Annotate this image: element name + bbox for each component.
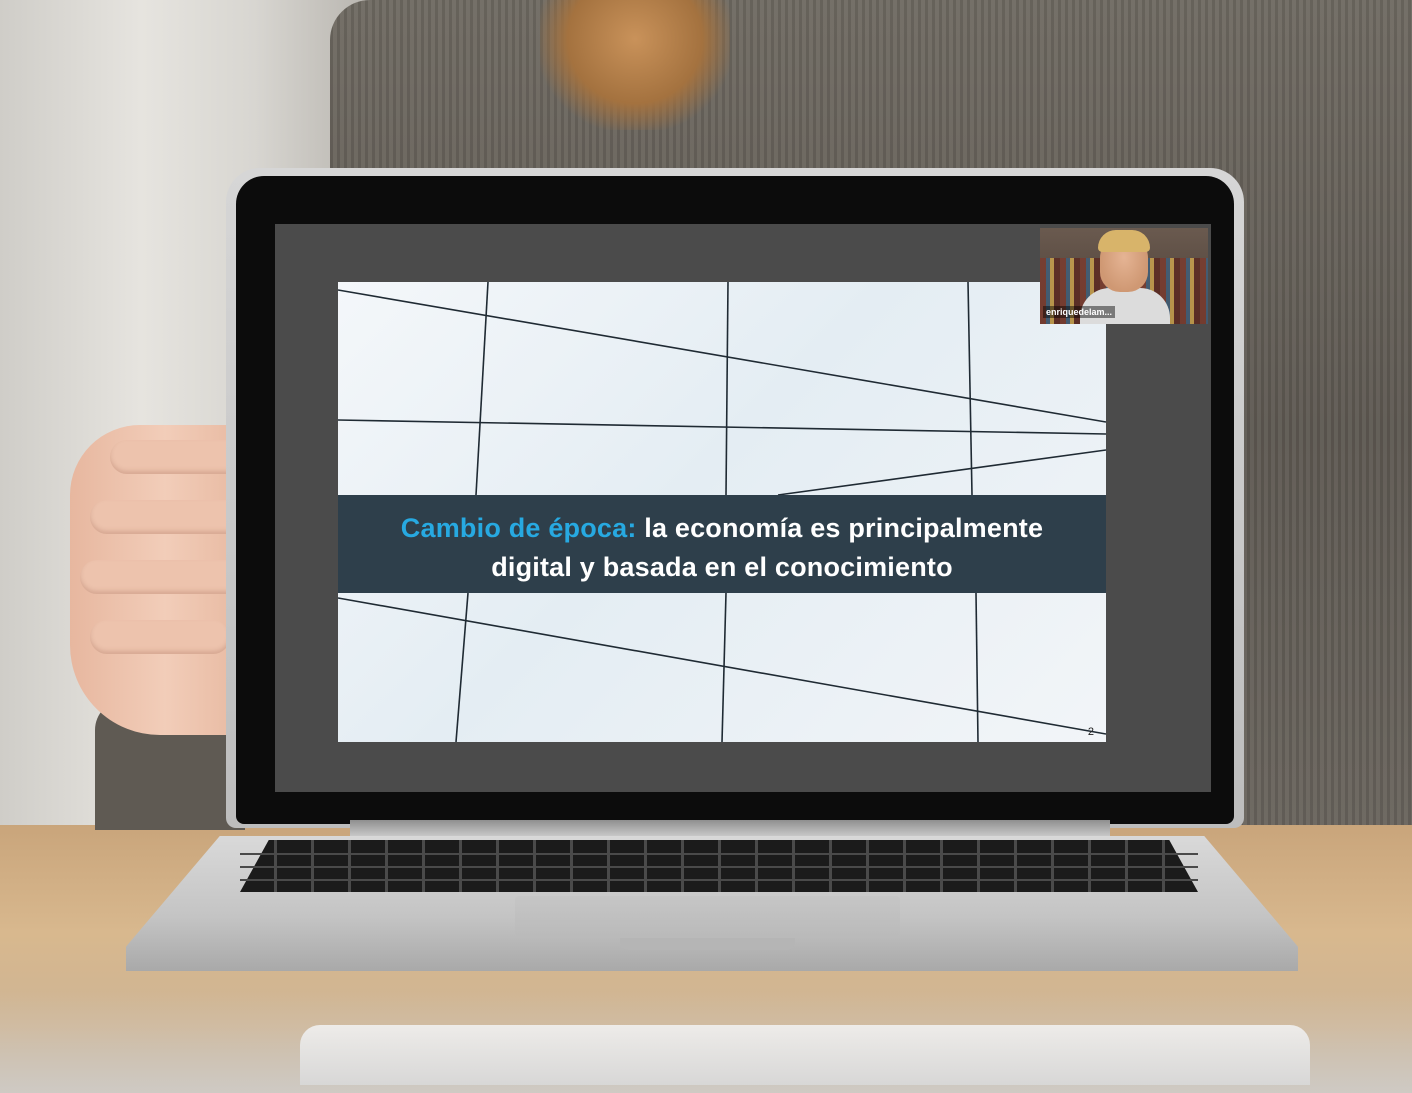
slide-title-line-2: digital y basada en el conocimiento [491, 552, 953, 582]
webcam-thumbnail[interactable]: enriquedelam... [1040, 228, 1208, 324]
presentation-slide: Cambio de época: la economía es principa… [338, 282, 1106, 742]
photo-scene: Cambio de época: la economía es principa… [0, 0, 1412, 1093]
keyboard-row-gap [240, 853, 1198, 855]
finger [90, 500, 248, 534]
laptop-trackpad [515, 896, 900, 936]
finger [80, 560, 245, 594]
participant-name-label: enriquedelam... [1043, 306, 1116, 318]
finger [90, 620, 230, 654]
foreground-object [300, 1025, 1310, 1085]
slide-title-text: la economía es principalmente [636, 513, 1044, 543]
participant-hair [1098, 230, 1150, 252]
slide-title-highlight: Cambio de época: [400, 513, 637, 543]
keyboard-row-gap [240, 879, 1198, 881]
laptop-hinge [350, 820, 1110, 838]
laptop-lid-notch [620, 938, 795, 950]
keyboard-row-gap [240, 866, 1198, 868]
slide-title-line-1: Cambio de época: la economía es principa… [338, 513, 1106, 544]
person-hair [540, 0, 730, 130]
slide-page-number: 2 [1087, 726, 1094, 738]
